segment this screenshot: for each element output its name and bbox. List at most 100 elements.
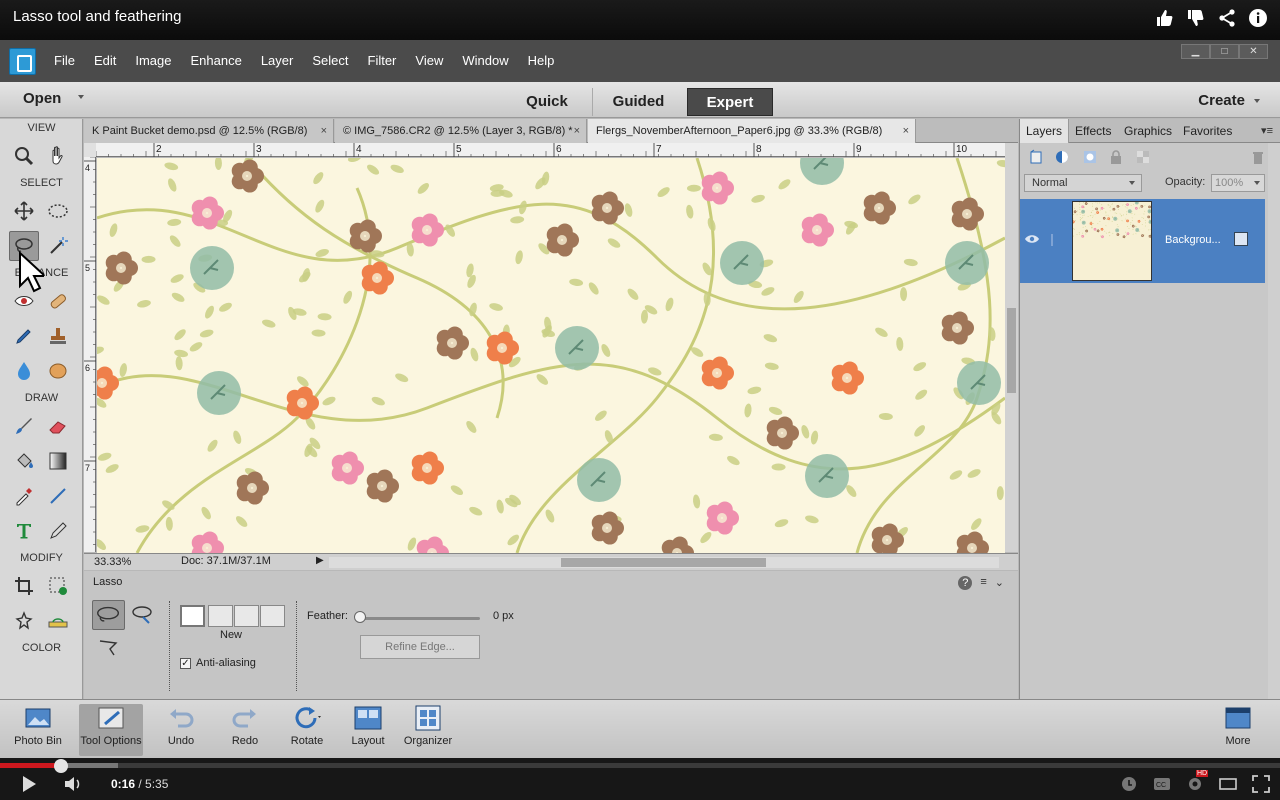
feather-slider-thumb[interactable]: [354, 611, 366, 623]
like-icon[interactable]: [1155, 8, 1175, 33]
share-icon[interactable]: [1217, 8, 1237, 33]
mode-quick-tab[interactable]: Quick: [505, 88, 589, 116]
pencil-tool[interactable]: [43, 516, 73, 546]
tab-effects[interactable]: Effects: [1075, 124, 1111, 138]
add-selection-button[interactable]: [208, 605, 233, 627]
lock-icon[interactable]: [1108, 149, 1124, 165]
trash-icon[interactable]: [1250, 149, 1266, 165]
close-window-button[interactable]: ✕: [1239, 44, 1268, 59]
doc-tab-1[interactable]: K Paint Bucket demo.psd @ 12.5% (RGB/8) …: [84, 119, 334, 143]
settings-gear-icon[interactable]: HD: [1186, 770, 1209, 798]
tab-favorites[interactable]: Favorites: [1183, 124, 1232, 138]
close-tab-icon[interactable]: ×: [321, 119, 327, 143]
menu-image[interactable]: Image: [135, 53, 171, 68]
zoom-level[interactable]: 33.33%: [94, 556, 131, 568]
fullscreen-icon[interactable]: [1252, 775, 1270, 798]
menu-edit[interactable]: Edit: [94, 53, 116, 68]
menu-view[interactable]: View: [415, 53, 443, 68]
new-layer-icon[interactable]: [1028, 149, 1044, 165]
undo-button[interactable]: Undo: [149, 704, 213, 756]
layer-row-background[interactable]: Backgrou...: [1020, 199, 1265, 283]
maximize-button[interactable]: □: [1210, 44, 1239, 59]
new-selection-button[interactable]: [180, 605, 205, 627]
rotate-button[interactable]: Rotate: [275, 704, 339, 756]
polygonal-lasso-icon[interactable]: [97, 636, 121, 660]
menu-window[interactable]: Window: [462, 53, 508, 68]
video-progress-bar[interactable]: [0, 759, 1280, 773]
quick-selection-tool[interactable]: [43, 231, 73, 261]
gradient-tool[interactable]: [43, 446, 73, 476]
layer-mask-icon[interactable]: [1082, 149, 1098, 165]
info-icon[interactable]: [1248, 8, 1268, 33]
more-button[interactable]: More: [1206, 704, 1270, 756]
close-tab-icon[interactable]: ×: [903, 119, 909, 143]
captions-icon[interactable]: CC: [1153, 775, 1171, 798]
spot-healing-tool[interactable]: [43, 286, 73, 316]
close-tab-icon[interactable]: ×: [574, 119, 580, 143]
smart-brush-tool[interactable]: [9, 321, 39, 351]
menu-layer[interactable]: Layer: [261, 53, 294, 68]
organizer-button[interactable]: Organizer: [396, 704, 460, 756]
open-dropdown-icon[interactable]: [78, 95, 84, 99]
move-tool[interactable]: [9, 196, 39, 226]
adjustment-layer-icon[interactable]: [1054, 149, 1070, 165]
sponge-tool[interactable]: [43, 356, 73, 386]
watch-later-icon[interactable]: [1120, 775, 1138, 798]
clone-stamp-tool[interactable]: [43, 321, 73, 351]
line-tool[interactable]: [43, 481, 73, 511]
video-title[interactable]: Lasso tool and feathering: [13, 8, 181, 25]
type-tool[interactable]: [9, 516, 39, 546]
collapse-chevron-icon[interactable]: ⌄: [995, 576, 1004, 590]
tool-options-button[interactable]: Tool Options: [79, 704, 143, 756]
doc-tab-3-active[interactable]: Flergs_NovemberAfternoon_Paper6.jpg @ 33…: [588, 119, 916, 143]
tab-layers[interactable]: Layers: [1020, 119, 1070, 143]
horizontal-scrollbar[interactable]: [329, 557, 999, 568]
mode-expert-tab[interactable]: Expert: [687, 88, 773, 116]
lock-transparency-icon[interactable]: [1135, 149, 1151, 165]
zoom-tool[interactable]: [9, 141, 39, 171]
theater-mode-icon[interactable]: [1219, 775, 1237, 798]
recompose-tool[interactable]: [43, 571, 73, 601]
mode-guided-tab[interactable]: Guided: [592, 88, 684, 116]
blur-tool[interactable]: [9, 356, 39, 386]
layer-name[interactable]: Backgrou...: [1165, 234, 1221, 246]
menu-file[interactable]: File: [54, 53, 75, 68]
menu-filter[interactable]: Filter: [368, 53, 397, 68]
vertical-scrollbar[interactable]: [1005, 143, 1018, 552]
subtract-selection-button[interactable]: [234, 605, 259, 627]
eyedropper-tool[interactable]: [9, 481, 39, 511]
feather-value[interactable]: 0 px: [493, 610, 514, 622]
anti-aliasing-option[interactable]: ✓ Anti-aliasing: [180, 657, 256, 669]
opacity-input[interactable]: 100%: [1211, 174, 1265, 192]
create-button[interactable]: Create: [1198, 92, 1245, 109]
scroll-thumb[interactable]: [561, 558, 766, 567]
scroll-thumb[interactable]: [1007, 308, 1016, 393]
image-canvas[interactable]: [97, 158, 1005, 553]
paint-bucket-tool[interactable]: [9, 446, 39, 476]
marquee-tool[interactable]: [43, 196, 73, 226]
redo-button[interactable]: Redo: [213, 704, 277, 756]
magnetic-lasso-icon[interactable]: [129, 602, 155, 628]
doc-tab-2[interactable]: © IMG_7586.CR2 @ 12.5% (Layer 3, RGB/8) …: [335, 119, 587, 143]
minimize-button[interactable]: ▁: [1181, 44, 1210, 59]
open-button[interactable]: Open: [23, 90, 61, 107]
menu-select[interactable]: Select: [312, 53, 348, 68]
help-icon[interactable]: ?: [958, 576, 973, 590]
status-menu-arrow-icon[interactable]: ▶: [316, 555, 324, 566]
tab-graphics[interactable]: Graphics: [1124, 124, 1172, 138]
visibility-eye-icon[interactable]: [1024, 233, 1040, 245]
volume-icon[interactable]: [64, 775, 82, 798]
straighten-tool[interactable]: [43, 606, 73, 636]
cookie-cutter-tool[interactable]: [9, 606, 39, 636]
lasso-option-button[interactable]: [92, 600, 125, 630]
eraser-tool[interactable]: [43, 411, 73, 441]
play-icon[interactable]: [20, 775, 38, 798]
scrubber-handle[interactable]: [54, 759, 69, 773]
feather-slider-track[interactable]: [358, 617, 480, 620]
blend-mode-select[interactable]: Normal: [1024, 174, 1142, 192]
photo-bin-button[interactable]: Photo Bin: [6, 704, 70, 756]
menu-enhance[interactable]: Enhance: [191, 53, 242, 68]
refine-edge-button[interactable]: Refine Edge...: [360, 635, 480, 659]
hand-tool[interactable]: [43, 141, 73, 171]
link-icon[interactable]: [1048, 233, 1056, 247]
